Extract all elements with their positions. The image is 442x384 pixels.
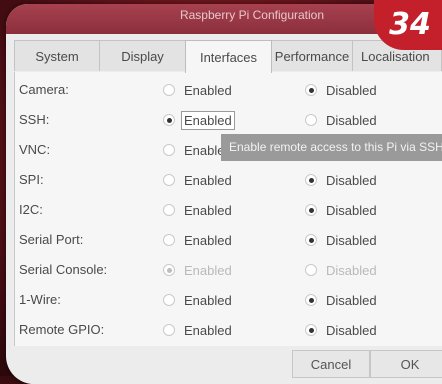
- dialog-buttons: Cancel OK: [14, 346, 442, 384]
- enabled-radio-option[interactable]: Enabled: [163, 170, 232, 190]
- interface-row: Serial Port: Enabled Disabled: [15, 230, 442, 250]
- radio-button-icon[interactable]: [163, 174, 175, 186]
- interface-label: Serial Port:: [19, 232, 84, 247]
- disabled-radio-option[interactable]: Disabled: [305, 290, 377, 310]
- radio-button-icon: [163, 264, 175, 276]
- interfaces-panel: Camera: Enabled Disabled SSH: Enabled Disable…: [14, 72, 442, 346]
- tab-bar: System Display Interfaces Performance Lo…: [14, 40, 442, 73]
- radio-button-icon[interactable]: [163, 84, 175, 96]
- tab-display[interactable]: Display: [99, 40, 186, 71]
- tab-interfaces[interactable]: Interfaces: [185, 40, 272, 73]
- disabled-label: Disabled: [326, 232, 377, 248]
- radio-button-icon[interactable]: [305, 294, 317, 306]
- disabled-label: Disabled: [326, 112, 377, 128]
- disabled-radio-option[interactable]: Disabled: [305, 320, 377, 340]
- interface-row: Remote GPIO: Enabled Disabled: [15, 320, 442, 340]
- enabled-label: Enabled: [184, 82, 232, 98]
- disabled-label: Disabled: [326, 262, 377, 278]
- radio-button-icon[interactable]: [305, 174, 317, 186]
- disabled-label: Disabled: [326, 292, 377, 308]
- interface-row: SSH: Enabled Disabled: [15, 110, 442, 130]
- tab-system[interactable]: System: [14, 40, 100, 71]
- ssh-tooltip: Enable remote access to this Pi via SSH: [221, 134, 442, 161]
- enabled-label: Enabled: [184, 322, 232, 338]
- enabled-radio-option[interactable]: Enabled: [163, 80, 232, 100]
- disabled-radio-option[interactable]: Disabled: [305, 230, 377, 250]
- interface-label: SSH:: [19, 112, 50, 127]
- radio-button-icon[interactable]: [163, 144, 175, 156]
- config-window: Raspberry Pi Configuration System Displa…: [6, 4, 442, 384]
- disabled-label: Disabled: [326, 82, 377, 98]
- radio-button-icon[interactable]: [163, 324, 175, 336]
- radio-button-icon[interactable]: [163, 294, 175, 306]
- enabled-label: Enabled: [181, 110, 235, 130]
- radio-button-icon[interactable]: [305, 324, 317, 336]
- cancel-button[interactable]: Cancel: [292, 350, 370, 378]
- page-number-badge: 34: [374, 0, 442, 50]
- disabled-radio-option[interactable]: Disabled: [305, 170, 377, 190]
- interface-label: I2C:: [19, 202, 43, 217]
- interface-label: VNC:: [19, 142, 51, 157]
- enabled-label: Enabled: [184, 172, 232, 188]
- enabled-radio-option[interactable]: Enabled: [163, 230, 232, 250]
- enabled-radio-option[interactable]: Enabled: [163, 290, 232, 310]
- disabled-radio-option[interactable]: Disabled: [305, 200, 377, 220]
- ok-button[interactable]: OK: [370, 350, 442, 378]
- enabled-radio-option[interactable]: Enabled: [163, 110, 235, 130]
- radio-button-icon[interactable]: [305, 204, 317, 216]
- enabled-radio-option[interactable]: Enabled: [163, 200, 232, 220]
- interface-label: Serial Console:: [19, 262, 108, 277]
- radio-button-icon[interactable]: [163, 234, 175, 246]
- interface-row: Camera: Enabled Disabled: [15, 80, 442, 100]
- enabled-radio-option: Enabled: [163, 260, 232, 280]
- radio-button-icon[interactable]: [305, 114, 317, 126]
- radio-button-icon[interactable]: [163, 204, 175, 216]
- interface-label: SPI:: [19, 172, 44, 187]
- interface-row: 1-Wire: Enabled Disabled: [15, 290, 442, 310]
- interface-label: Camera:: [19, 82, 69, 97]
- disabled-radio-option[interactable]: Disabled: [305, 110, 377, 130]
- enabled-label: Enabled: [184, 262, 232, 278]
- enabled-label: Enabled: [184, 202, 232, 218]
- enabled-label: Enabled: [184, 292, 232, 308]
- enabled-label: Enabled: [184, 232, 232, 248]
- enabled-radio-option[interactable]: Enabled: [163, 320, 232, 340]
- disabled-label: Disabled: [326, 202, 377, 218]
- interface-row: SPI: Enabled Disabled: [15, 170, 442, 190]
- interface-label: Remote GPIO:: [19, 322, 105, 337]
- disabled-radio-option[interactable]: Disabled: [305, 80, 377, 100]
- disabled-radio-option: Disabled: [305, 260, 377, 280]
- disabled-label: Disabled: [326, 322, 377, 338]
- radio-button-icon[interactable]: [163, 114, 175, 126]
- radio-button-icon[interactable]: [305, 234, 317, 246]
- radio-button-icon[interactable]: [305, 84, 317, 96]
- interface-label: 1-Wire:: [19, 292, 61, 307]
- interface-row: Serial Console: Enabled Disabled: [15, 260, 442, 280]
- radio-button-icon: [305, 264, 317, 276]
- disabled-label: Disabled: [326, 172, 377, 188]
- tab-performance[interactable]: Performance: [271, 40, 353, 71]
- interface-row: I2C: Enabled Disabled: [15, 200, 442, 220]
